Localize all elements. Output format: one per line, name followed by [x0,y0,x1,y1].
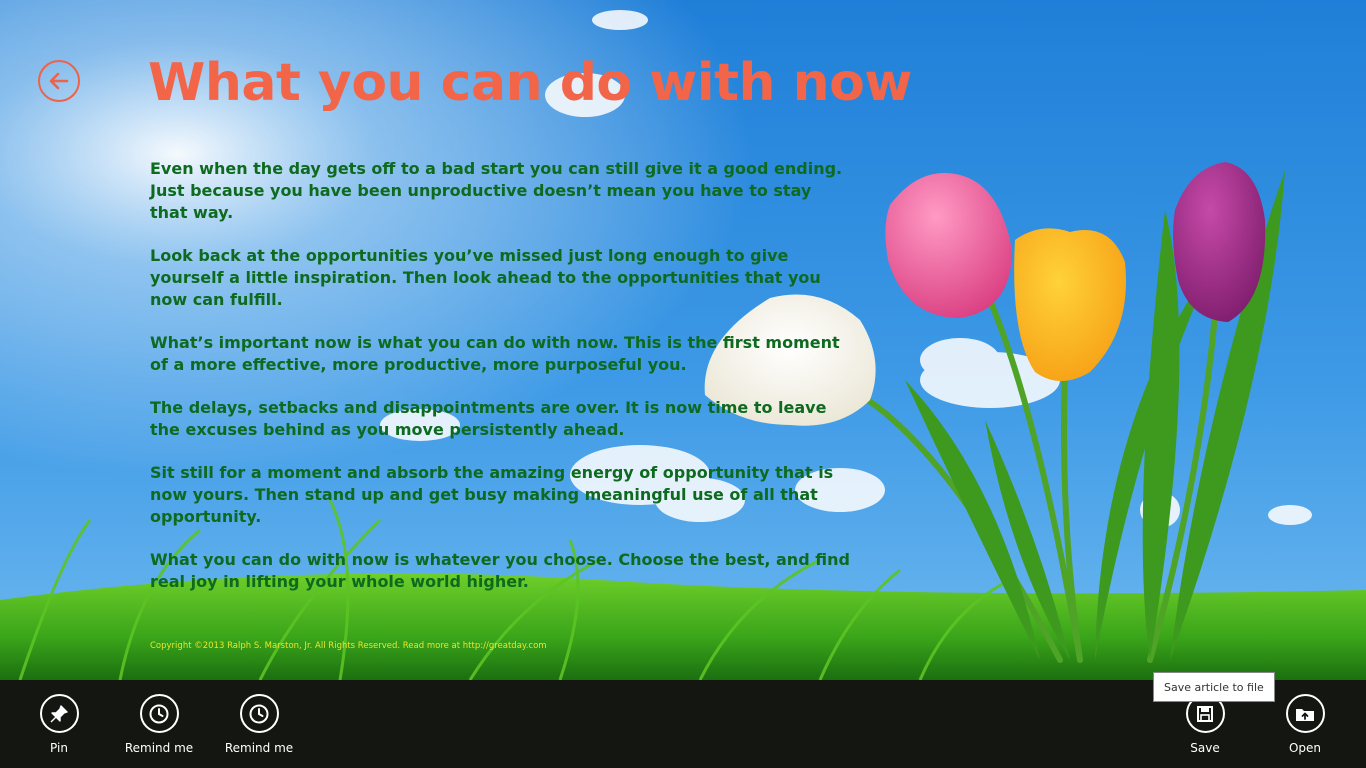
pin-icon [39,694,79,733]
page-title: What you can do with now [148,53,912,113]
article-paragraph: What you can do with now is whatever you… [150,550,850,591]
open-label: Open [1288,741,1322,755]
article-paragraph: Even when the day gets off to a bad star… [150,159,843,222]
back-button[interactable] [38,60,80,102]
pin-label: Pin [50,741,68,755]
save-button[interactable]: Save [1155,694,1255,755]
open-button[interactable]: Open [1255,694,1355,755]
arrow-left-icon [48,70,70,92]
open-icon [1285,694,1325,733]
remind-me-button[interactable]: Remind me [109,694,209,755]
remind-me-label: Remind me [124,741,194,755]
save-label: Save [1190,741,1220,755]
article-body: Even when the day gets off to a bad star… [150,158,850,614]
save-tooltip: Save article to file [1153,672,1275,702]
article-paragraph: What’s important now is what you can do … [150,333,840,374]
clock-icon [239,694,279,733]
pin-button[interactable]: Pin [9,694,109,755]
article-paragraph: Look back at the opportunities you’ve mi… [150,246,821,309]
clock-icon [139,694,179,733]
remind-me-label: Remind me [224,741,294,755]
article-paragraph: Sit still for a moment and absorb the am… [150,463,834,526]
copyright-notice: Copyright ©2013 Ralph S. Marston, Jr. Al… [150,641,547,651]
article-paragraph: The delays, setbacks and disappointments… [150,398,827,439]
remind-me-button[interactable]: Remind me [209,694,309,755]
